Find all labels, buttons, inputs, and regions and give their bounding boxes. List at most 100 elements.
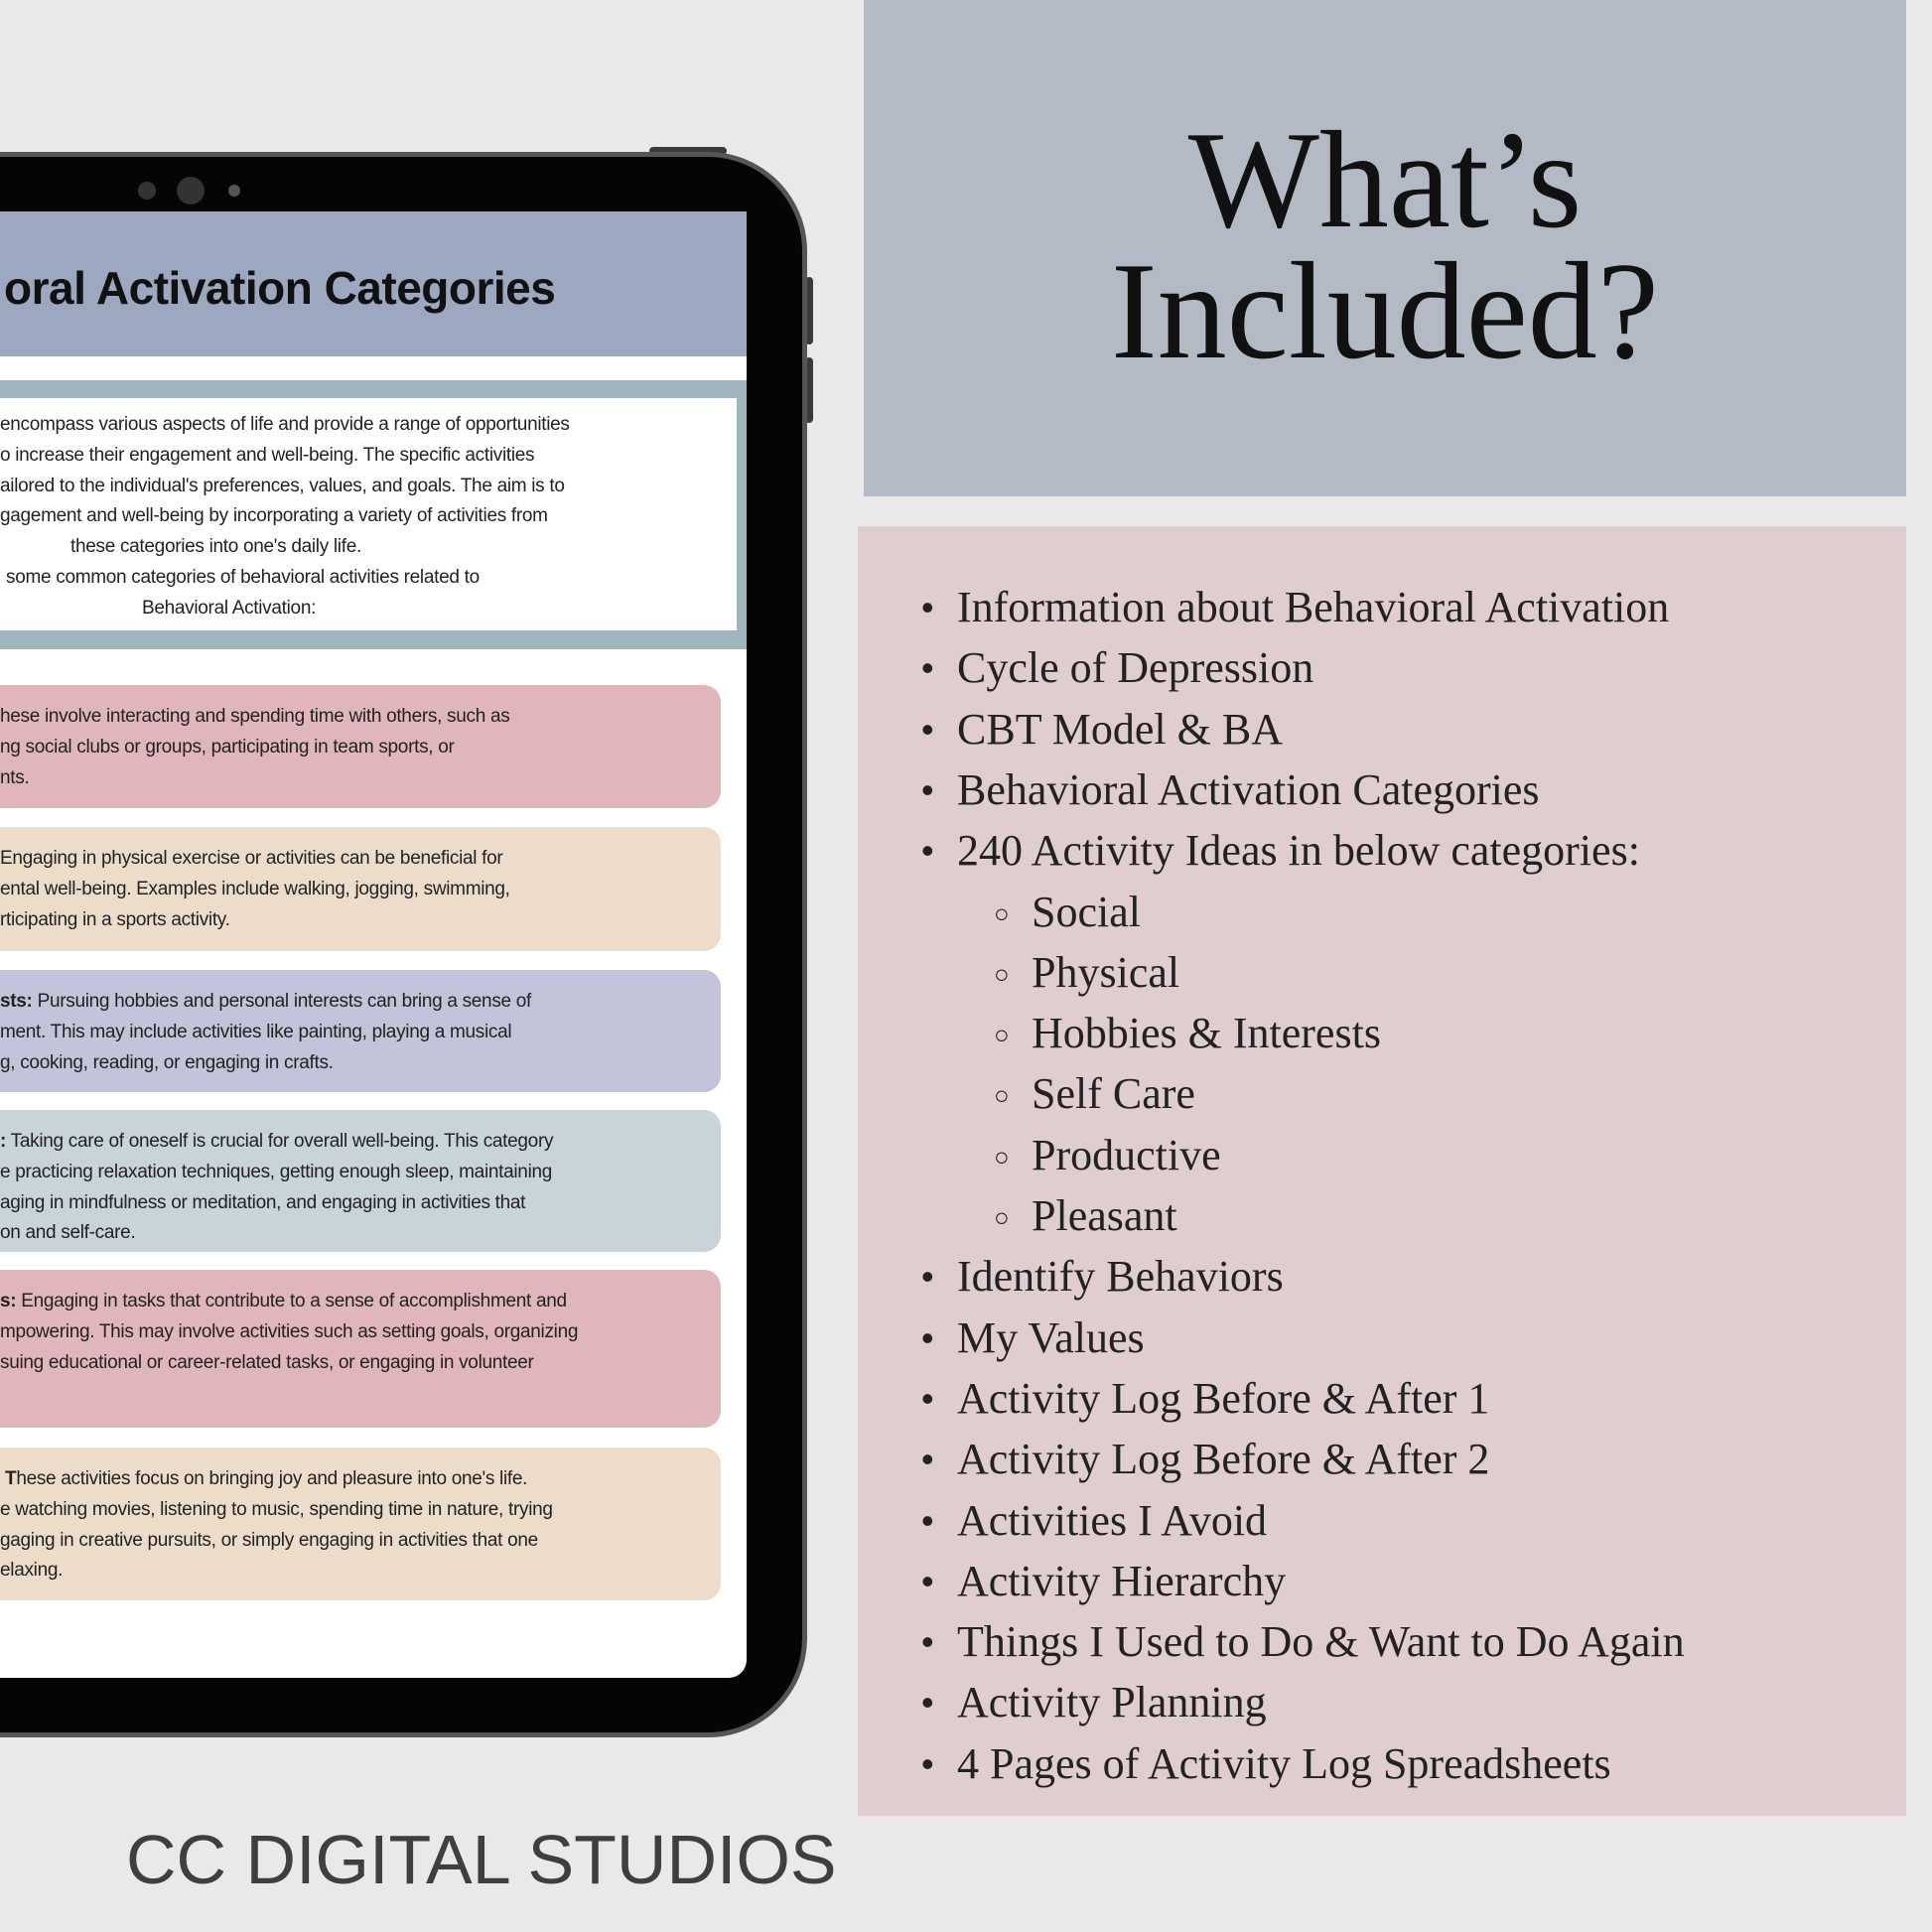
card-label: sts: bbox=[0, 991, 33, 1012]
list-item: Hobbies & Interests bbox=[1032, 1009, 1381, 1058]
list-item: Information about Behavioral Activation bbox=[957, 583, 1670, 631]
category-card-physical: Engaging in physical exercise or activit… bbox=[0, 827, 721, 951]
card-text: hese involve interacting and spending ti… bbox=[0, 706, 510, 727]
card-line: s: Engaging in tasks that contribute to … bbox=[0, 1292, 567, 1311]
bullet-icon: • bbox=[921, 587, 934, 627]
card-line: nts. bbox=[0, 766, 30, 788]
circle-bullet-icon: ○ bbox=[994, 1020, 1010, 1050]
bullet-icon: • bbox=[921, 1682, 934, 1724]
card-text: e practicing relaxation techniques, gett… bbox=[0, 1161, 553, 1182]
bullet-icon: • bbox=[921, 1439, 934, 1480]
bullet-icon: • bbox=[921, 1621, 934, 1663]
card-text: hese activities focus on bringing joy an… bbox=[16, 1468, 528, 1489]
intro-frame: encompass various aspects of life and pr… bbox=[0, 380, 747, 649]
bullet-icon: • bbox=[921, 647, 934, 689]
intro-text-box: encompass various aspects of life and pr… bbox=[0, 398, 737, 630]
intro-line: encompass various aspects of life and pr… bbox=[0, 414, 570, 435]
card-text: Pursuing hobbies and personal interests … bbox=[32, 991, 532, 1012]
card-line: e practicing relaxation techniques, gett… bbox=[0, 1163, 552, 1181]
card-text: ental well-being. Examples include walki… bbox=[0, 878, 510, 899]
card-line: elaxing. bbox=[0, 1561, 63, 1580]
card-text: rticipating in a sports activity. bbox=[0, 908, 230, 930]
heading-panel: What’s Included? bbox=[864, 0, 1906, 496]
intro-line: Behavioral Activation: bbox=[142, 597, 317, 619]
card-text: Taking care of oneself is crucial for ov… bbox=[6, 1131, 554, 1152]
card-text: g, cooking, reading, or engaging in craf… bbox=[0, 1051, 334, 1073]
card-label: T bbox=[5, 1468, 17, 1489]
card-line: ment. This may include activities like p… bbox=[0, 1021, 512, 1042]
bullet-icon: • bbox=[921, 1316, 934, 1358]
included-list: • Information about Behavioral Activation… bbox=[858, 526, 1906, 1816]
category-card-self-care: : Taking care of oneself is crucial for … bbox=[0, 1110, 721, 1252]
intro-line: ailored to the individual's preferences,… bbox=[0, 475, 565, 496]
card-text: aging in mindfulness or meditation, and … bbox=[0, 1191, 526, 1213]
sensor-icon bbox=[138, 182, 156, 200]
circle-bullet-icon: ○ bbox=[994, 897, 1010, 928]
light-sensor-icon bbox=[228, 185, 240, 197]
camera-icon bbox=[177, 177, 205, 205]
card-line: on and self-care. bbox=[0, 1222, 136, 1244]
card-line: aging in mindfulness or meditation, and … bbox=[0, 1193, 525, 1212]
card-line: hese involve interacting and spending ti… bbox=[0, 706, 510, 727]
heading-line-1: What’s bbox=[1187, 103, 1583, 257]
card-text: elaxing. bbox=[0, 1560, 64, 1582]
intro-line: gagement and well-being by incorporating… bbox=[0, 505, 548, 527]
list-item: Physical bbox=[1032, 947, 1180, 997]
list-item: Identify Behaviors bbox=[957, 1252, 1284, 1302]
list-item: Productive bbox=[1032, 1130, 1221, 1179]
circle-bullet-icon: ○ bbox=[994, 1141, 1010, 1172]
list-item: My Values bbox=[957, 1312, 1145, 1362]
card-text: ment. This may include activities like p… bbox=[0, 1021, 512, 1042]
card-line: sts: Pursuing hobbies and personal inter… bbox=[0, 992, 531, 1011]
card-line: ental well-being. Examples include walki… bbox=[0, 880, 510, 898]
card-line: These activities focus on bringing joy a… bbox=[5, 1469, 527, 1488]
card-line: : Taking care of oneself is crucial for … bbox=[0, 1132, 553, 1151]
bullet-icon: • bbox=[921, 1256, 934, 1298]
list-item: Behavioral Activation Categories bbox=[957, 764, 1540, 814]
card-line: suing educational or career-related task… bbox=[0, 1353, 534, 1372]
intro-line: o increase their engagement and well-bei… bbox=[0, 444, 535, 466]
list-item: 4 Pages of Activity Log Spreadsheets bbox=[957, 1738, 1611, 1788]
circle-bullet-icon: ○ bbox=[994, 1202, 1010, 1232]
category-card-productive: s: Engaging in tasks that contribute to … bbox=[0, 1270, 721, 1428]
list-item: 240 Activity Ideas in below categories: bbox=[957, 826, 1640, 876]
list-item: Social bbox=[1032, 887, 1141, 936]
document-title: oral Activation Categories bbox=[4, 262, 556, 314]
list-item: Activity Log Before & After 2 bbox=[957, 1435, 1490, 1484]
card-line: rticipating in a sports activity. bbox=[0, 910, 230, 929]
card-text: gaging in creative pursuits, or simply e… bbox=[0, 1529, 538, 1551]
card-text: Engaging in physical exercise or activit… bbox=[0, 848, 503, 869]
card-text: nts. bbox=[0, 766, 30, 788]
bullet-icon: • bbox=[921, 1560, 934, 1601]
bullet-icon: • bbox=[921, 830, 934, 872]
bullet-icon: • bbox=[921, 708, 934, 750]
list-item: CBT Model & BA bbox=[957, 704, 1284, 754]
card-line: mpowering. This may involve activities s… bbox=[0, 1322, 578, 1341]
document-header: oral Activation Categories bbox=[0, 211, 747, 356]
card-line: gaging in creative pursuits, or simply e… bbox=[0, 1531, 538, 1550]
card-text: e watching movies, listening to music, s… bbox=[0, 1498, 553, 1520]
circle-bullet-icon: ○ bbox=[994, 958, 1010, 989]
card-line: e watching movies, listening to music, s… bbox=[0, 1500, 553, 1519]
card-line: ng social clubs or groups, participating… bbox=[0, 738, 455, 757]
card-text: ng social clubs or groups, participating… bbox=[0, 736, 455, 758]
tablet-screen: oral Activation Categories encompass var… bbox=[0, 211, 747, 1678]
card-line: g, cooking, reading, or engaging in craf… bbox=[0, 1053, 334, 1072]
list-item: Activity Log Before & After 1 bbox=[957, 1373, 1490, 1423]
bullet-icon: • bbox=[921, 1499, 934, 1541]
list-item: Things I Used to Do & Want to Do Again bbox=[957, 1617, 1685, 1667]
category-card-hobbies: sts: Pursuing hobbies and personal inter… bbox=[0, 970, 721, 1092]
card-text: on and self-care. bbox=[0, 1222, 136, 1244]
bullet-icon: • bbox=[921, 768, 934, 810]
bullet-icon: • bbox=[921, 1742, 934, 1784]
list-item: Self Care bbox=[1032, 1069, 1195, 1119]
list-item: Cycle of Depression bbox=[957, 643, 1314, 693]
category-card-social: hese involve interacting and spending ti… bbox=[0, 685, 721, 808]
heading-line-2: Included? bbox=[1111, 234, 1659, 388]
circle-bullet-icon: ○ bbox=[994, 1080, 1010, 1111]
brand-name: CC DIGITAL STUDIOS bbox=[126, 1821, 837, 1898]
list-item: Activities I Avoid bbox=[957, 1495, 1268, 1545]
intro-line: some common categories of behavioral act… bbox=[6, 567, 480, 588]
list-item: Pleasant bbox=[1032, 1191, 1177, 1240]
intro-line: these categories into one's daily life. bbox=[70, 536, 361, 558]
